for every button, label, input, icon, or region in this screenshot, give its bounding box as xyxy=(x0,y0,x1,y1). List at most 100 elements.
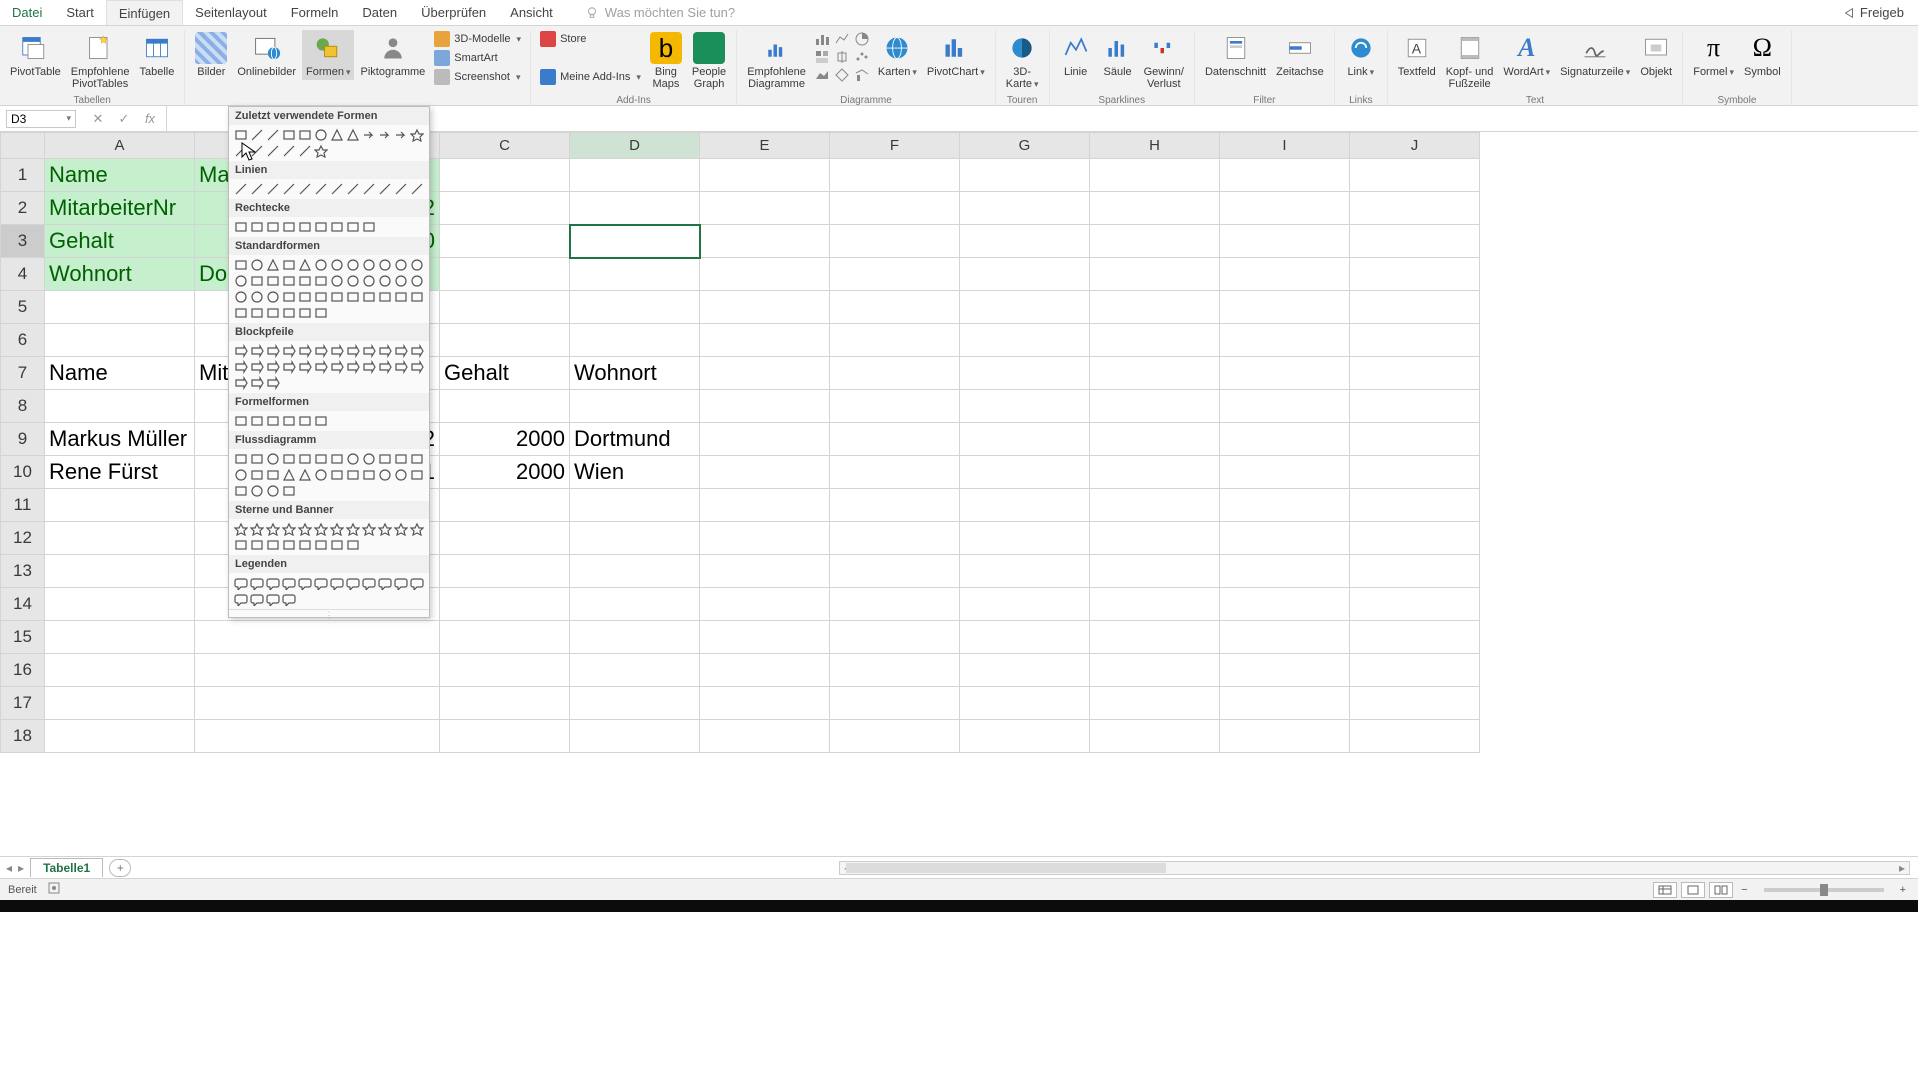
pivotchart-button[interactable]: PivotChart xyxy=(923,30,989,80)
cell[interactable] xyxy=(700,456,830,489)
shape-thumb[interactable] xyxy=(329,181,345,197)
shape-thumb[interactable] xyxy=(249,575,265,591)
cell[interactable] xyxy=(1220,720,1350,753)
chart-stat-button[interactable] xyxy=(832,48,852,66)
cell[interactable] xyxy=(1350,687,1480,720)
row-header-13[interactable]: 13 xyxy=(1,555,45,588)
cell[interactable] xyxy=(45,522,195,555)
cell[interactable] xyxy=(440,192,570,225)
cell[interactable] xyxy=(1220,621,1350,654)
shapes-button[interactable]: Formen xyxy=(302,30,354,80)
shape-thumb[interactable] xyxy=(409,289,425,305)
shape-thumb[interactable] xyxy=(393,575,409,591)
shape-thumb[interactable] xyxy=(345,343,361,359)
cell[interactable] xyxy=(440,621,570,654)
cell-C9[interactable]: 2000 xyxy=(440,423,570,456)
smartart-button[interactable]: SmartArt xyxy=(431,49,524,67)
shape-thumb[interactable] xyxy=(233,305,249,321)
horizontal-scrollbar[interactable]: ◂▸ xyxy=(839,861,1910,875)
shape-thumb[interactable] xyxy=(233,127,249,143)
cell[interactable] xyxy=(570,324,700,357)
cell[interactable] xyxy=(1220,291,1350,324)
cell-D10[interactable]: Wien xyxy=(570,456,700,489)
shape-thumb[interactable] xyxy=(297,343,313,359)
shape-thumb[interactable] xyxy=(281,343,297,359)
chart-pie-button[interactable] xyxy=(852,30,872,48)
cell[interactable] xyxy=(45,654,195,687)
cell[interactable] xyxy=(700,324,830,357)
cell[interactable] xyxy=(1090,258,1220,291)
cell[interactable] xyxy=(960,357,1090,390)
shape-thumb[interactable] xyxy=(377,127,393,143)
shape-thumb[interactable] xyxy=(297,289,313,305)
shape-thumb[interactable] xyxy=(409,359,425,375)
shape-thumb[interactable] xyxy=(281,483,297,499)
cell[interactable] xyxy=(830,423,960,456)
cell[interactable] xyxy=(960,258,1090,291)
cell[interactable] xyxy=(570,291,700,324)
shape-thumb[interactable] xyxy=(377,575,393,591)
cell[interactable] xyxy=(1350,258,1480,291)
new-sheet-button[interactable]: + xyxy=(109,859,131,877)
view-normal-button[interactable] xyxy=(1653,882,1677,898)
cell[interactable] xyxy=(960,324,1090,357)
cell[interactable] xyxy=(440,390,570,423)
cell[interactable] xyxy=(700,258,830,291)
cell[interactable] xyxy=(960,489,1090,522)
shape-thumb[interactable] xyxy=(233,273,249,289)
shape-thumb[interactable] xyxy=(313,273,329,289)
shape-thumb[interactable] xyxy=(249,483,265,499)
name-box[interactable]: D3▾ xyxy=(6,110,76,128)
shape-thumb[interactable] xyxy=(345,181,361,197)
chart-combo-button[interactable] xyxy=(852,66,872,84)
shape-thumb[interactable] xyxy=(297,273,313,289)
cell[interactable] xyxy=(700,720,830,753)
cell[interactable] xyxy=(700,390,830,423)
cell[interactable] xyxy=(960,621,1090,654)
cell[interactable] xyxy=(1350,390,1480,423)
cell[interactable] xyxy=(440,258,570,291)
shape-thumb[interactable] xyxy=(361,521,377,537)
shape-thumb[interactable] xyxy=(281,219,297,235)
shape-thumb[interactable] xyxy=(297,467,313,483)
3d-models-button[interactable]: 3D-Modelle xyxy=(431,30,524,48)
cell[interactable] xyxy=(700,159,830,192)
row-header-17[interactable]: 17 xyxy=(1,687,45,720)
shape-thumb[interactable] xyxy=(409,181,425,197)
cell-D3[interactable] xyxy=(570,225,700,258)
shape-thumb[interactable] xyxy=(329,343,345,359)
cell[interactable] xyxy=(830,522,960,555)
shape-thumb[interactable] xyxy=(249,273,265,289)
cell[interactable] xyxy=(1350,423,1480,456)
shape-thumb[interactable] xyxy=(361,575,377,591)
recommended-pivot-button[interactable]: Empfohlene PivotTables xyxy=(67,30,134,92)
sheet-nav-next[interactable]: ▸ xyxy=(18,861,24,875)
shape-thumb[interactable] xyxy=(249,257,265,273)
cell[interactable] xyxy=(1350,654,1480,687)
cell[interactable] xyxy=(440,654,570,687)
cell[interactable] xyxy=(45,390,195,423)
cell[interactable] xyxy=(570,720,700,753)
cell[interactable] xyxy=(1220,192,1350,225)
fx-button[interactable]: fx xyxy=(140,109,160,129)
shape-thumb[interactable] xyxy=(313,343,329,359)
cell-A4[interactable]: Wohnort xyxy=(45,258,195,291)
cell[interactable] xyxy=(570,522,700,555)
shape-thumb[interactable] xyxy=(329,257,345,273)
cell[interactable] xyxy=(1090,390,1220,423)
tab-view[interactable]: Ansicht xyxy=(498,0,565,25)
col-header-I[interactable]: I xyxy=(1220,133,1350,159)
row-header-11[interactable]: 11 xyxy=(1,489,45,522)
row-header-8[interactable]: 8 xyxy=(1,390,45,423)
cell[interactable] xyxy=(1090,456,1220,489)
shape-thumb[interactable] xyxy=(409,451,425,467)
shape-thumb[interactable] xyxy=(393,273,409,289)
screenshot-button[interactable]: Screenshot xyxy=(431,68,524,86)
cell[interactable] xyxy=(960,687,1090,720)
cell[interactable] xyxy=(570,192,700,225)
shape-thumb[interactable] xyxy=(281,521,297,537)
shape-thumb[interactable] xyxy=(393,359,409,375)
chart-column-button[interactable] xyxy=(812,30,832,48)
zoom-out-button[interactable]: − xyxy=(1737,884,1751,896)
shape-thumb[interactable] xyxy=(329,359,345,375)
